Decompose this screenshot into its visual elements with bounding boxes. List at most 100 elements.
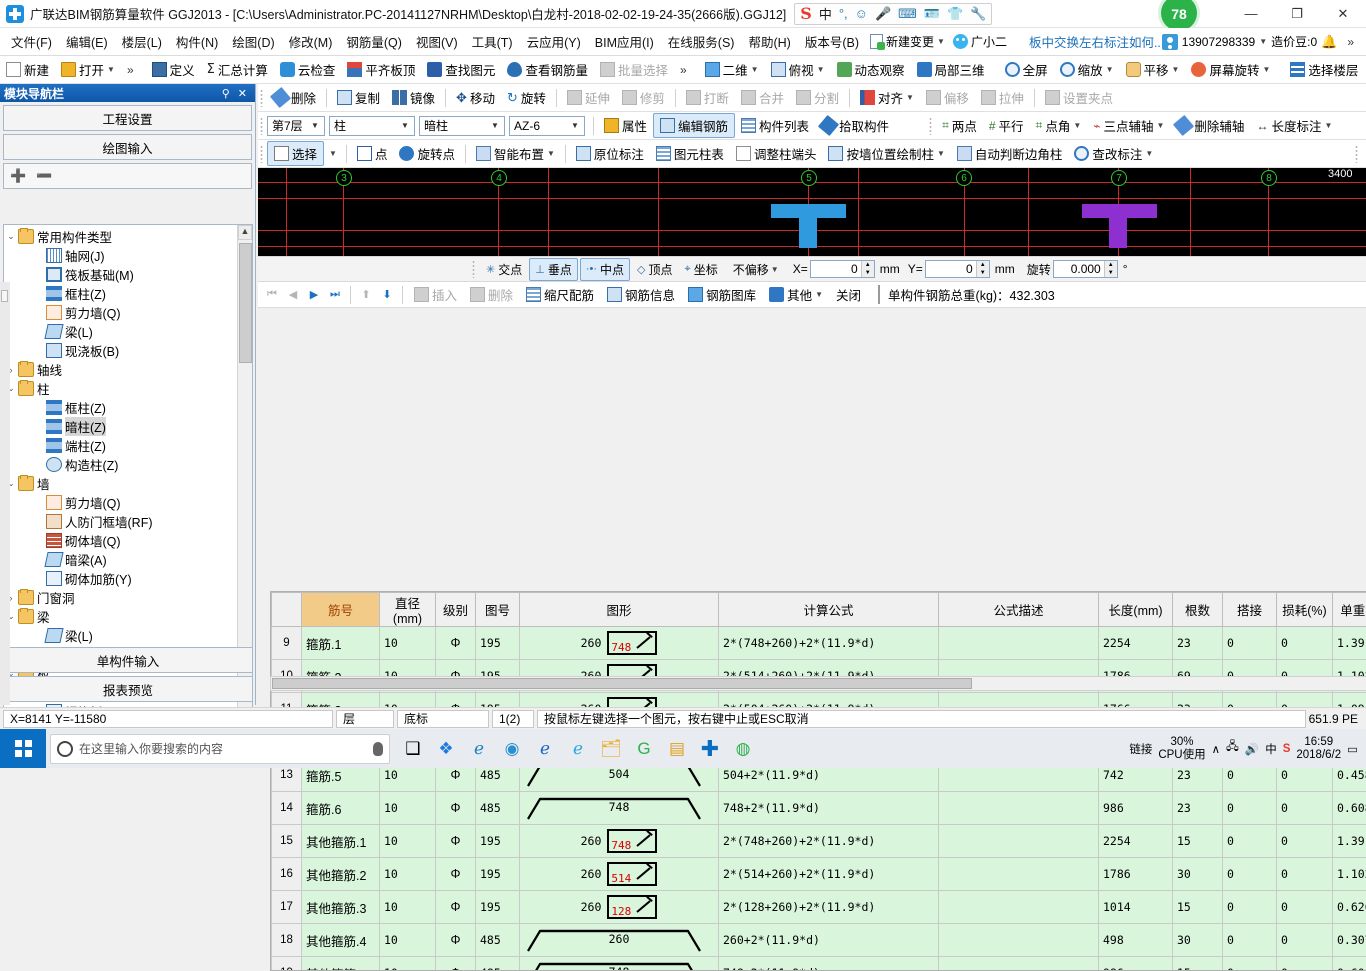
snap-perpendicular[interactable]: ⊥ 垂点: [529, 258, 578, 281]
menu-cloud[interactable]: 云应用(Y): [520, 29, 588, 54]
menubar-overflow-icon[interactable]: »: [1341, 35, 1360, 49]
cell-rebar-name[interactable]: 其他箍筋.5: [302, 957, 380, 971]
close-button[interactable]: ✕: [1320, 0, 1366, 28]
cell-lap[interactable]: 0: [1223, 891, 1277, 924]
microphone-icon[interactable]: 🎤: [875, 6, 891, 22]
start-button[interactable]: [0, 729, 46, 768]
axis-two-point-button[interactable]: ⌗ 两点: [936, 114, 983, 137]
x-offset-stepper[interactable]: ▲▼: [810, 260, 875, 278]
cell-rebar-name[interactable]: 其他箍筋.3: [302, 891, 380, 924]
col-header-0[interactable]: [272, 593, 302, 627]
axis-point-angle-button[interactable]: ⌗ 点角 ▼: [1030, 114, 1088, 137]
toolbar-view-rebar-button[interactable]: 查看钢筋量: [501, 58, 594, 81]
cell-count[interactable]: 23: [1173, 792, 1223, 825]
tree-item-13[interactable]: ⌄墙: [4, 474, 237, 493]
axis-delete-aux-button[interactable]: 删除辅轴: [1170, 114, 1250, 137]
in-place-annotation-button[interactable]: 原位标注: [570, 142, 650, 165]
menu-version[interactable]: 版本号(B): [798, 29, 866, 54]
cell-count[interactable]: 15: [1173, 957, 1223, 971]
tree-item-17[interactable]: 暗梁(A): [4, 550, 237, 569]
col-header-6[interactable]: 计算公式: [719, 593, 939, 627]
cell-unit-weight[interactable]: 0.608: [1333, 957, 1366, 971]
chevron-down-icon[interactable]: ▼: [771, 265, 779, 274]
chevron-down-icon[interactable]: ▼: [1262, 65, 1270, 74]
row-number[interactable]: 9: [272, 627, 302, 660]
col-header-12[interactable]: 单重(kg): [1333, 593, 1366, 627]
account-phone[interactable]: 13907298339: [1182, 35, 1255, 49]
snap-coordinate[interactable]: ⌖ 坐标: [680, 259, 723, 280]
row-number[interactable]: 15: [272, 825, 302, 858]
edit-align-button[interactable]: 对齐 ▼: [854, 86, 920, 109]
cell-formula[interactable]: 2*(748+260)+2*(11.9*d): [719, 825, 939, 858]
toolbar-component-gripper[interactable]: [260, 117, 263, 135]
edit-rotate-button[interactable]: ↻ 旋转: [501, 86, 552, 109]
toolbar-zoom-button[interactable]: 缩放 ▼: [1054, 58, 1120, 81]
toolbar-overflow-2-icon[interactable]: »: [674, 63, 693, 77]
cell-count[interactable]: 15: [1173, 891, 1223, 924]
nav-down-icon[interactable]: ⬇: [377, 288, 397, 301]
nav-next-icon[interactable]: ▶: [304, 288, 324, 301]
app-icon-green-circle[interactable]: ◍: [728, 732, 758, 766]
cell-unit-weight[interactable]: 0.626: [1333, 891, 1366, 924]
ime-punctuation-icon[interactable]: °,: [839, 6, 848, 21]
toolbar-select-floor-button[interactable]: 选择楼层: [1284, 58, 1364, 81]
cell-lap[interactable]: 0: [1223, 858, 1277, 891]
cell-shape[interactable]: 260748: [520, 825, 719, 858]
edit-merge-button[interactable]: 合并: [735, 86, 790, 109]
cell-loss[interactable]: 0: [1277, 792, 1333, 825]
check-edit-annotation-button[interactable]: 查改标注 ▼: [1068, 142, 1159, 165]
pin-icon[interactable]: ⚲: [218, 87, 234, 100]
axis-bubble-8[interactable]: 8: [1261, 170, 1277, 186]
cell-shape[interactable]: 748: [520, 792, 719, 825]
ime-toolbar[interactable]: S 中 °, ☺ 🎤 ⌨ 🪪 👕 🔧: [794, 3, 992, 25]
cell-picture-no[interactable]: 485: [476, 957, 520, 971]
cell-grade[interactable]: Φ: [436, 627, 476, 660]
row-number[interactable]: 14: [272, 792, 302, 825]
canvas-element-blue[interactable]: [771, 204, 846, 218]
cell-loss[interactable]: 0: [1277, 891, 1333, 924]
menu-online[interactable]: 在线服务(S): [661, 29, 742, 54]
table-row[interactable]: 9箍筋.110Φ1952607482*(748+260)+2*(11.9*d)2…: [272, 627, 1366, 660]
toolbar-new-button[interactable]: 新建: [0, 58, 55, 81]
shirt-icon[interactable]: 👕: [947, 6, 963, 22]
cell-length[interactable]: 2254: [1099, 825, 1173, 858]
toolbar-summary-calc-button[interactable]: Σ 汇总计算: [201, 58, 274, 81]
x-spin-down[interactable]: ▼: [862, 269, 874, 277]
cell-rebar-name[interactable]: 其他箍筋.4: [302, 924, 380, 957]
cell-description[interactable]: [939, 627, 1099, 660]
cell-rebar-name[interactable]: 其他箍筋.1: [302, 825, 380, 858]
tree-item-2[interactable]: 筏板基础(M): [4, 265, 237, 284]
cell-diameter[interactable]: 10: [380, 891, 436, 924]
sidebar-single-component-input-button[interactable]: 单构件输入: [3, 647, 253, 673]
canvas-element-purple-stem[interactable]: [1109, 218, 1127, 248]
col-header-10[interactable]: 搭接: [1223, 593, 1277, 627]
chevron-down-icon[interactable]: ▼: [751, 65, 759, 74]
canvas-element-blue-stem[interactable]: [799, 218, 817, 248]
rebar-library-button[interactable]: 钢筋图库: [682, 283, 762, 306]
snap-midpoint[interactable]: ·•· 中点: [580, 258, 630, 281]
axis-parallel-button[interactable]: # 平行: [983, 114, 1030, 137]
cell-rebar-name[interactable]: 其他箍筋.2: [302, 858, 380, 891]
chevron-down-icon[interactable]: ▼: [937, 149, 945, 158]
cell-loss[interactable]: 0: [1277, 924, 1333, 957]
cell-picture-no[interactable]: 485: [476, 792, 520, 825]
chevron-down-icon[interactable]: ▼: [1157, 121, 1165, 130]
tree-item-20[interactable]: ⌄梁: [4, 607, 237, 626]
cell-grade[interactable]: Φ: [436, 825, 476, 858]
tree-item-21[interactable]: 梁(L): [4, 626, 237, 645]
menu-edit[interactable]: 编辑(E): [59, 29, 115, 54]
toolbar-align-slab-button[interactable]: 平齐板顶: [341, 58, 421, 81]
toolbar-open-button[interactable]: 打开 ▼: [55, 58, 121, 81]
chevron-down-icon[interactable]: ▼: [1172, 65, 1180, 74]
cell-formula[interactable]: 2*(128+260)+2*(11.9*d): [719, 891, 939, 924]
cell-lap[interactable]: 0: [1223, 957, 1277, 971]
cell-picture-no[interactable]: 195: [476, 891, 520, 924]
tree-item-10[interactable]: 暗柱(Z): [4, 417, 237, 436]
menu-component[interactable]: 构件(N): [169, 29, 225, 54]
sidebar-report-preview-button[interactable]: 报表预览: [3, 676, 253, 702]
table-row[interactable]: 17其他箍筋.310Φ1952601282*(128+260)+2*(11.9*…: [272, 891, 1366, 924]
tree-item-0[interactable]: ⌄常用构件类型: [4, 227, 237, 246]
chevron-down-icon[interactable]: ▼: [547, 149, 555, 158]
cell-rebar-name[interactable]: 箍筋.1: [302, 627, 380, 660]
row-number[interactable]: 17: [272, 891, 302, 924]
